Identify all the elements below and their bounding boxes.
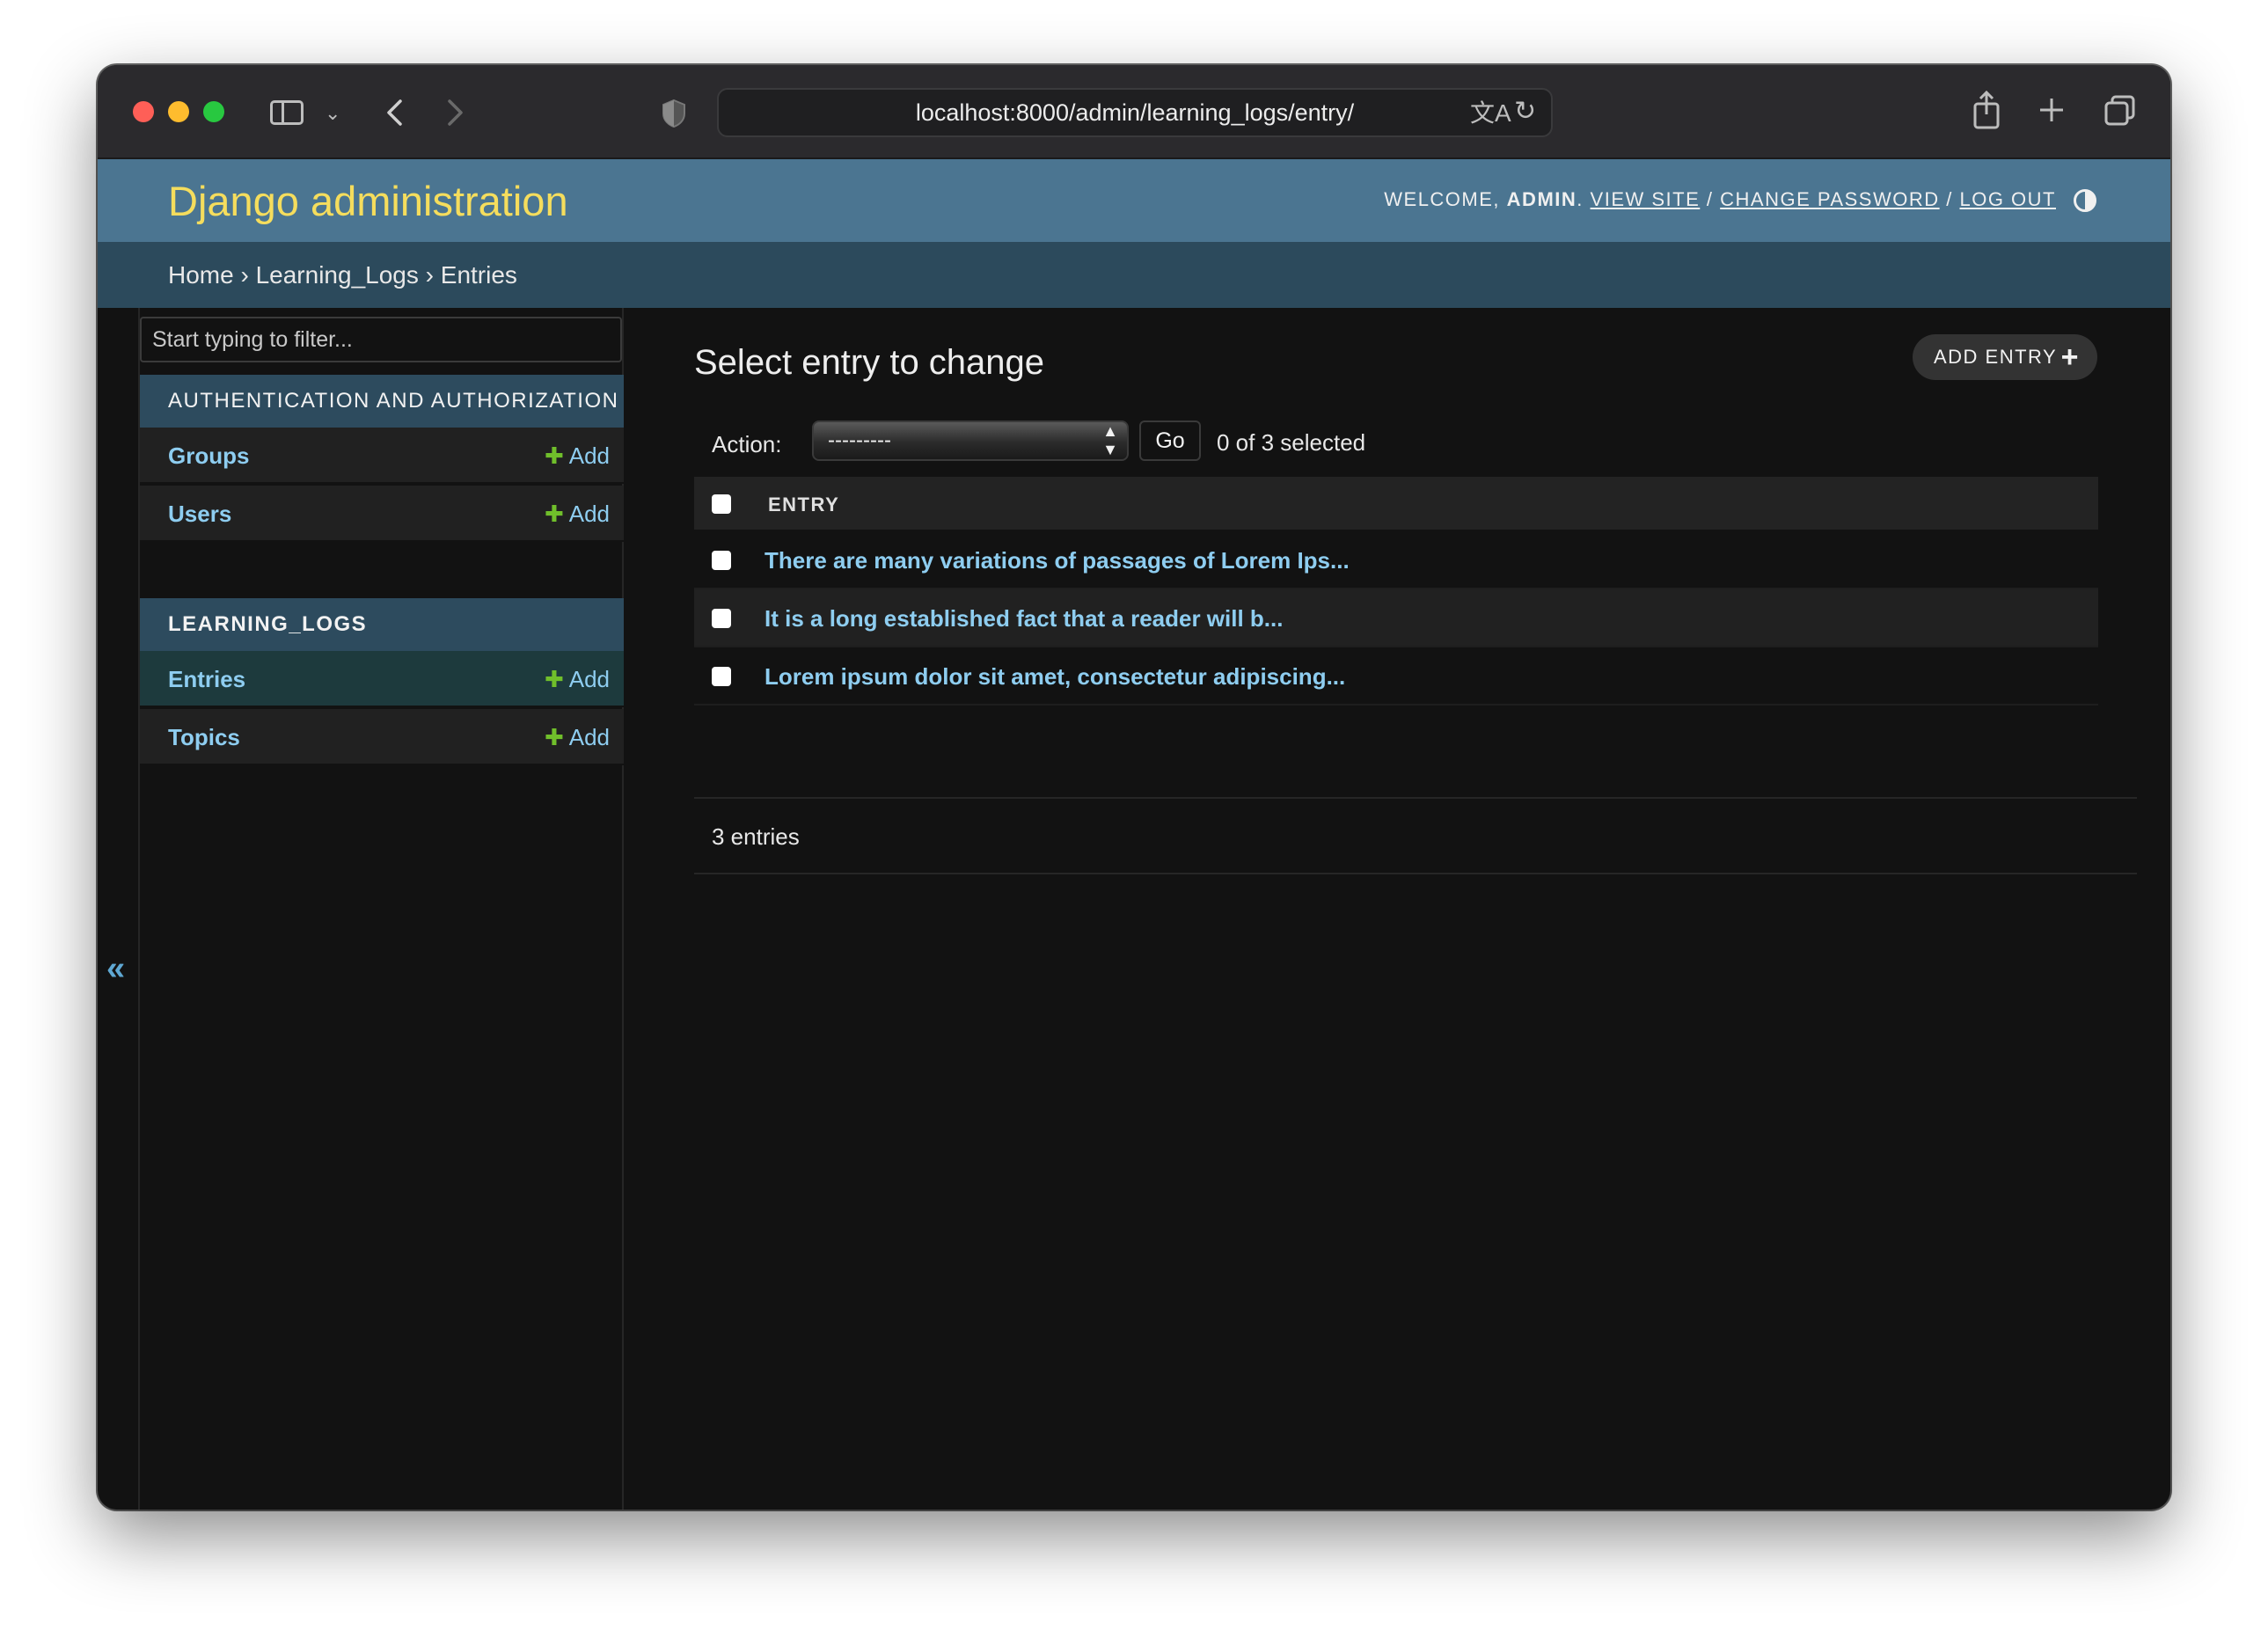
action-select[interactable]: --------- ▲ ▼	[812, 420, 1129, 461]
table-row: It is a long established fact that a rea…	[694, 589, 2098, 647]
add-entry-button[interactable]: Add entry +	[1913, 334, 2097, 380]
close-window-button[interactable]	[133, 101, 154, 122]
table-row: Lorem ipsum dolor sit amet, consectetur …	[694, 647, 2098, 706]
nav-sidebar: Authentication and Authorization Groups …	[138, 308, 624, 1510]
sidebar-icon[interactable]	[270, 100, 304, 125]
table-header: Entry	[694, 477, 2098, 531]
translate-icon[interactable]: 文A	[1470, 99, 1511, 128]
double-chevron-left-icon[interactable]: «	[106, 950, 125, 988]
chevron-left-icon[interactable]	[384, 99, 404, 127]
add-label: Add	[568, 724, 610, 750]
chevron-right-icon[interactable]	[446, 99, 465, 127]
module-caption-learning-logs[interactable]: Learning_Logs	[140, 598, 624, 651]
log-out-link[interactable]: Log out	[1959, 188, 2056, 210]
breadcrumb-home[interactable]: Home	[168, 261, 234, 289]
user-tools: Welcome, admin. View site / Change passw…	[1384, 188, 2056, 210]
url-text: localhost:8000/admin/learning_logs/entry…	[915, 99, 1355, 126]
reload-icon[interactable]: ↻	[1514, 97, 1536, 127]
sidebar-item-entries[interactable]: Entries ✚ Add	[140, 651, 624, 707]
plus-icon: ✚	[544, 666, 564, 692]
sidebar-item-groups[interactable]: Groups ✚ Add	[140, 428, 624, 484]
username: admin	[1506, 188, 1577, 210]
separator: /	[1946, 188, 1953, 210]
sidebar-item-label[interactable]: Topics	[168, 709, 240, 765]
breadcrumb-separator: ›	[425, 261, 434, 289]
breadcrumb-app[interactable]: Learning_Logs	[256, 261, 419, 289]
paginator: 3 entries	[694, 797, 2137, 874]
go-button[interactable]: Go	[1139, 420, 1201, 461]
action-selected-value: ---------	[828, 428, 891, 452]
address-bar[interactable]: localhost:8000/admin/learning_logs/entry…	[717, 88, 1553, 137]
collapse-sidebar-button[interactable]: «	[98, 308, 138, 1510]
welcome-text: Welcome,	[1384, 188, 1501, 210]
module-caption-auth[interactable]: Authentication and Authorization	[140, 375, 624, 428]
add-entries-link[interactable]: ✚ Add	[545, 651, 610, 707]
change-password-link[interactable]: Change password	[1720, 188, 1939, 210]
tabs-overview-icon[interactable]	[2103, 94, 2137, 128]
add-groups-link[interactable]: ✚ Add	[545, 428, 610, 484]
plus-icon: ✚	[544, 724, 564, 750]
site-brand[interactable]: Django administration	[168, 177, 568, 225]
main-content: Select entry to change Add entry + Actio…	[624, 308, 2170, 1510]
action-label: Action:	[712, 431, 782, 457]
maximize-window-button[interactable]	[203, 101, 224, 122]
add-topics-link[interactable]: ✚ Add	[545, 709, 610, 765]
actions-bar: Action: --------- ▲ ▼ Go 0 of 3 selected	[694, 413, 2098, 477]
result-list-table: Entry There are many variations of passa…	[694, 477, 2098, 706]
separator: /	[1706, 188, 1714, 210]
add-entry-label: Add entry	[1934, 346, 2058, 368]
breadcrumb-current: Entries	[440, 261, 517, 289]
add-label: Add	[568, 501, 610, 527]
entry-link[interactable]: It is a long established fact that a rea…	[765, 605, 1283, 633]
breadcrumb-separator: ›	[240, 261, 249, 289]
plus-icon: ✚	[544, 442, 564, 469]
browser-window: ⌄ localhost:8000/admin/learning_logs/ent…	[98, 65, 2170, 1510]
entry-link[interactable]: There are many variations of passages of…	[765, 547, 1350, 574]
add-label: Add	[568, 442, 610, 469]
column-header-entry[interactable]: Entry	[768, 494, 839, 516]
sidebar-item-users[interactable]: Users ✚ Add	[140, 486, 624, 542]
selection-counter: 0 of 3 selected	[1217, 429, 1366, 456]
row-checkbox[interactable]	[712, 551, 731, 570]
shield-icon[interactable]	[661, 99, 687, 128]
sidebar-item-label[interactable]: Entries	[168, 651, 245, 707]
add-users-link[interactable]: ✚ Add	[545, 486, 610, 542]
entry-link[interactable]: Lorem ipsum dolor sit amet, consectetur …	[765, 663, 1345, 691]
sidebar-item-label[interactable]: Users	[168, 486, 231, 542]
sidebar-item-topics[interactable]: Topics ✚ Add	[140, 709, 624, 765]
select-arrows-icon: ▲ ▼	[1102, 422, 1118, 458]
browser-toolbar: ⌄ localhost:8000/admin/learning_logs/ent…	[98, 65, 2170, 159]
page-title: Select entry to change	[694, 343, 1045, 382]
theme-toggle-icon[interactable]	[2074, 189, 2096, 212]
share-icon[interactable]	[1972, 90, 2001, 130]
nav-filter-input[interactable]	[140, 317, 622, 362]
sidebar-item-label[interactable]: Groups	[168, 428, 249, 484]
plus-icon: +	[2060, 340, 2080, 374]
chevron-down-icon[interactable]: ⌄	[325, 99, 340, 128]
breadcrumb: Home › Learning_Logs › Entries	[98, 242, 2170, 308]
select-all-checkbox[interactable]	[712, 494, 731, 514]
row-checkbox[interactable]	[712, 609, 731, 628]
plus-icon: ✚	[544, 501, 564, 527]
plus-icon[interactable]	[2038, 97, 2065, 123]
minimize-window-button[interactable]	[168, 101, 189, 122]
row-checkbox[interactable]	[712, 667, 731, 686]
table-row: There are many variations of passages of…	[694, 531, 2098, 589]
site-header: Django administration Welcome, admin. Vi…	[98, 159, 2170, 242]
view-site-link[interactable]: View site	[1591, 188, 1701, 210]
add-label: Add	[568, 666, 610, 692]
